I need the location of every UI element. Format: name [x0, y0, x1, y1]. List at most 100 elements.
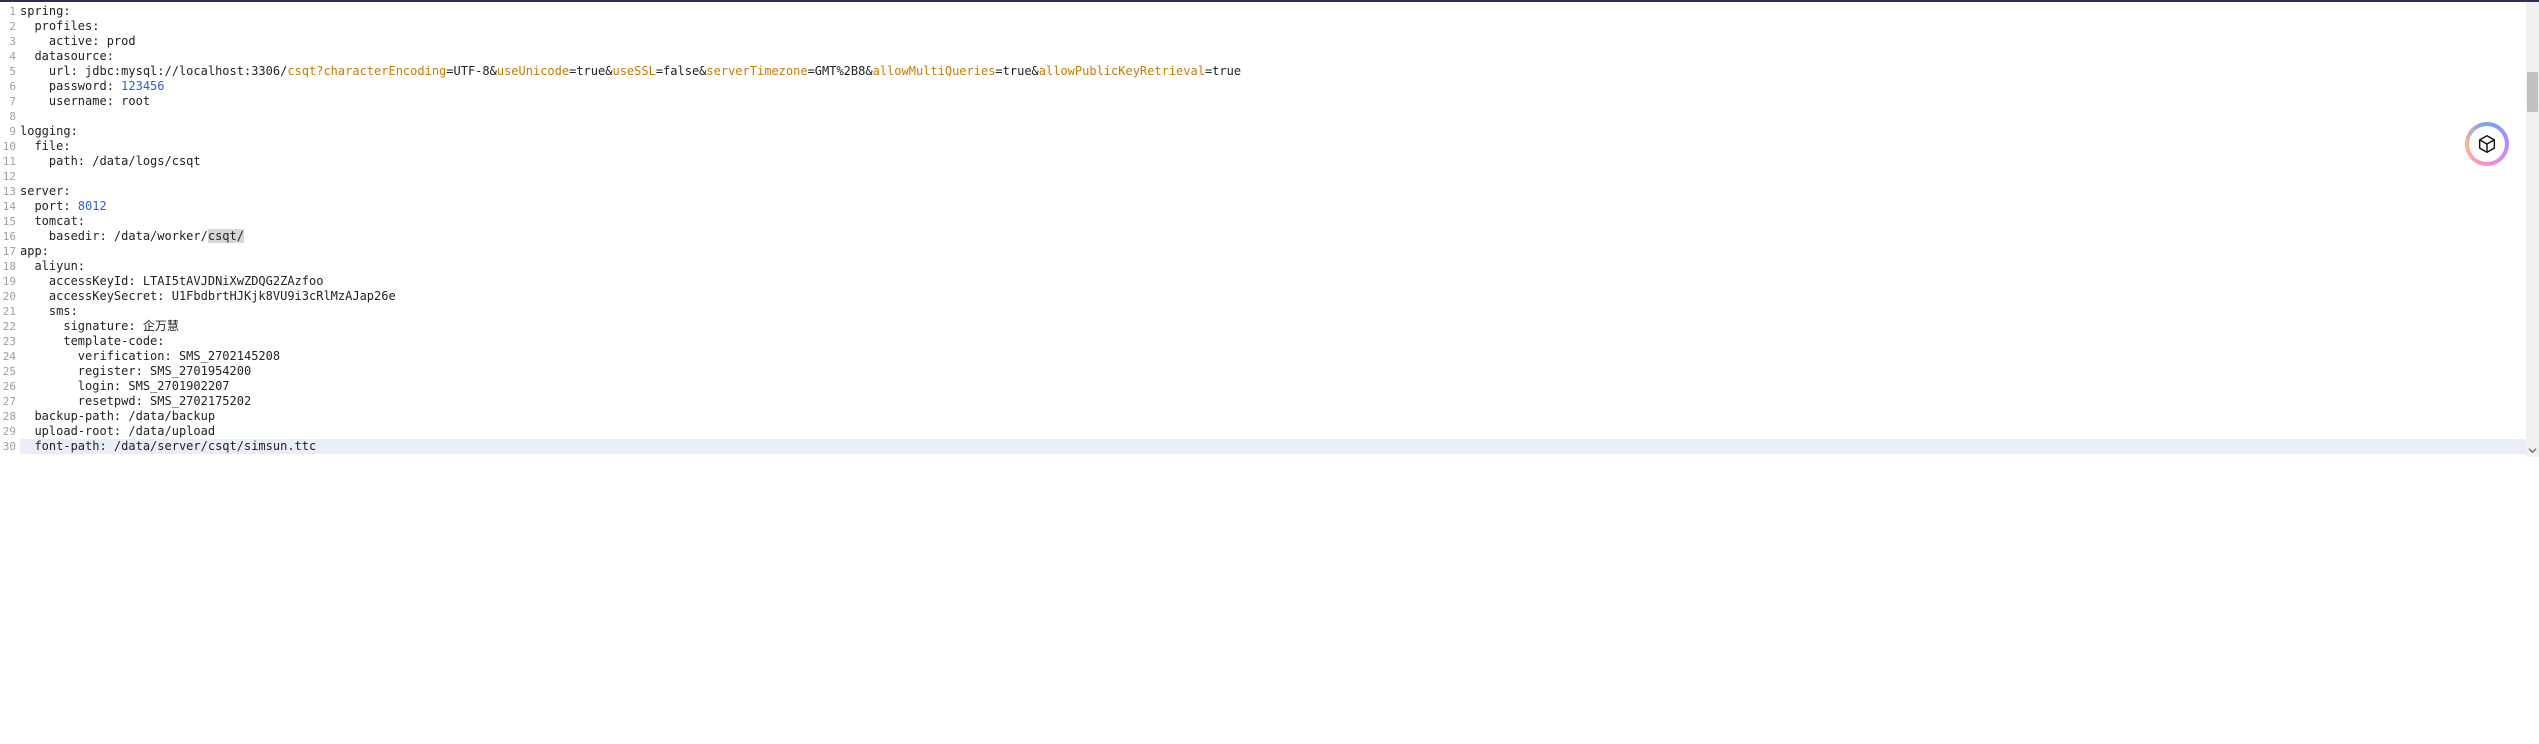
- scrollbar-track[interactable]: [2526, 2, 2539, 442]
- scrollbar-thumb[interactable]: [2527, 72, 2538, 112]
- code-line[interactable]: font-path: /data/server/csqt/simsun.ttc: [20, 439, 2539, 454]
- code-line[interactable]: [20, 169, 2539, 184]
- code-token: verification: SMS_2702145208: [78, 349, 280, 363]
- code-line[interactable]: template-code:: [20, 334, 2539, 349]
- line-number: 27: [0, 394, 18, 409]
- code-line[interactable]: resetpwd: SMS_2702175202: [20, 394, 2539, 409]
- code-line[interactable]: accessKeySecret: U1FbdbrtHJKjk8VU9i3cRlM…: [20, 289, 2539, 304]
- code-line[interactable]: tomcat:: [20, 214, 2539, 229]
- code-token: profiles:: [34, 19, 99, 33]
- line-number: 11: [0, 154, 18, 169]
- code-content[interactable]: spring: profiles: active: prod datasourc…: [18, 2, 2539, 457]
- code-line[interactable]: sms:: [20, 304, 2539, 319]
- code-line[interactable]: aliyun:: [20, 259, 2539, 274]
- code-line[interactable]: datasource:: [20, 49, 2539, 64]
- code-token: =false&: [656, 64, 707, 78]
- line-number: 16: [0, 229, 18, 244]
- code-token: =true: [1205, 64, 1241, 78]
- code-token: active: prod: [49, 34, 136, 48]
- line-number: 19: [0, 274, 18, 289]
- code-line[interactable]: backup-path: /data/backup: [20, 409, 2539, 424]
- line-number: 26: [0, 379, 18, 394]
- code-line[interactable]: verification: SMS_2702145208: [20, 349, 2539, 364]
- code-token: datasource:: [34, 49, 113, 63]
- code-token: 8012: [78, 199, 107, 213]
- line-number: 18: [0, 259, 18, 274]
- code-token: csqt?characterEncoding: [287, 64, 446, 78]
- code-token: logging:: [20, 124, 78, 138]
- line-number: 14: [0, 199, 18, 214]
- line-number: 7: [0, 94, 18, 109]
- line-number: 29: [0, 424, 18, 439]
- code-line[interactable]: password: 123456: [20, 79, 2539, 94]
- line-number: 4: [0, 49, 18, 64]
- code-token: username: root: [49, 94, 150, 108]
- code-line[interactable]: signature: 企万慧: [20, 319, 2539, 334]
- chevron-down-icon: [2528, 446, 2537, 455]
- code-line[interactable]: [20, 109, 2539, 124]
- code-token: path: /data/logs/csqt: [49, 154, 201, 168]
- code-token: app:: [20, 244, 49, 258]
- line-number: 30: [0, 439, 18, 454]
- line-number: 6: [0, 79, 18, 94]
- code-token: accessKeyId: LTAI5tAVJDNiXwZDQG2ZAzfoo: [49, 274, 324, 288]
- line-number: 10: [0, 139, 18, 154]
- code-line[interactable]: url: jdbc:mysql://localhost:3306/csqt?ch…: [20, 64, 2539, 79]
- code-line[interactable]: accessKeyId: LTAI5tAVJDNiXwZDQG2ZAzfoo: [20, 274, 2539, 289]
- code-token: accessKeySecret: U1FbdbrtHJKjk8VU9i3cRlM…: [49, 289, 396, 303]
- code-token: file:: [34, 139, 70, 153]
- code-line[interactable]: file:: [20, 139, 2539, 154]
- code-token: csqt/: [208, 229, 244, 243]
- line-number: 20: [0, 289, 18, 304]
- code-token: server:: [20, 184, 71, 198]
- vertical-scrollbar[interactable]: [2526, 2, 2539, 457]
- code-line[interactable]: path: /data/logs/csqt: [20, 154, 2539, 169]
- code-line[interactable]: login: SMS_2701902207: [20, 379, 2539, 394]
- code-token: login: SMS_2701902207: [78, 379, 230, 393]
- brand-logo-inner: [2469, 126, 2505, 162]
- code-line[interactable]: upload-root: /data/upload: [20, 424, 2539, 439]
- code-line[interactable]: port: 8012: [20, 199, 2539, 214]
- line-number-gutter: 1234567891011121314151617181920212223242…: [0, 2, 18, 457]
- line-number: 8: [0, 109, 18, 124]
- line-number: 25: [0, 364, 18, 379]
- line-number: 24: [0, 349, 18, 364]
- code-line[interactable]: profiles:: [20, 19, 2539, 34]
- line-number: 23: [0, 334, 18, 349]
- code-token: password:: [49, 79, 121, 93]
- code-token: serverTimezone: [706, 64, 807, 78]
- scrollbar-down-button[interactable]: [2526, 444, 2539, 457]
- line-number: 2: [0, 19, 18, 34]
- code-token: sms:: [49, 304, 78, 318]
- cube-icon: [2476, 133, 2498, 155]
- code-line[interactable]: logging:: [20, 124, 2539, 139]
- code-line[interactable]: server:: [20, 184, 2539, 199]
- code-token: basedir: /data/worker/: [49, 229, 208, 243]
- code-token: register: SMS_2701954200: [78, 364, 251, 378]
- code-token: =true&: [995, 64, 1038, 78]
- code-token: template-code:: [63, 334, 164, 348]
- brand-logo[interactable]: [2465, 122, 2509, 166]
- line-number: 21: [0, 304, 18, 319]
- code-token: allowMultiQueries: [873, 64, 996, 78]
- code-area[interactable]: 1234567891011121314151617181920212223242…: [0, 2, 2539, 457]
- code-token: resetpwd: SMS_2702175202: [78, 394, 251, 408]
- code-token: url: jdbc:mysql://localhost:3306/: [49, 64, 287, 78]
- code-line[interactable]: basedir: /data/worker/csqt/: [20, 229, 2539, 244]
- line-number: 5: [0, 64, 18, 79]
- code-line[interactable]: app:: [20, 244, 2539, 259]
- code-token: backup-path: /data/backup: [34, 409, 215, 423]
- code-line[interactable]: active: prod: [20, 34, 2539, 49]
- line-number: 1: [0, 4, 18, 19]
- code-token: =GMT%2B8&: [808, 64, 873, 78]
- code-token: useSSL: [612, 64, 655, 78]
- line-number: 15: [0, 214, 18, 229]
- code-token: font-path: /data/server/csqt/simsun.ttc: [34, 439, 316, 453]
- code-line[interactable]: register: SMS_2701954200: [20, 364, 2539, 379]
- line-number: 12: [0, 169, 18, 184]
- code-line[interactable]: username: root: [20, 94, 2539, 109]
- line-number: 28: [0, 409, 18, 424]
- code-token: useUnicode: [497, 64, 569, 78]
- code-line[interactable]: spring:: [20, 4, 2539, 19]
- code-token: spring:: [20, 4, 71, 18]
